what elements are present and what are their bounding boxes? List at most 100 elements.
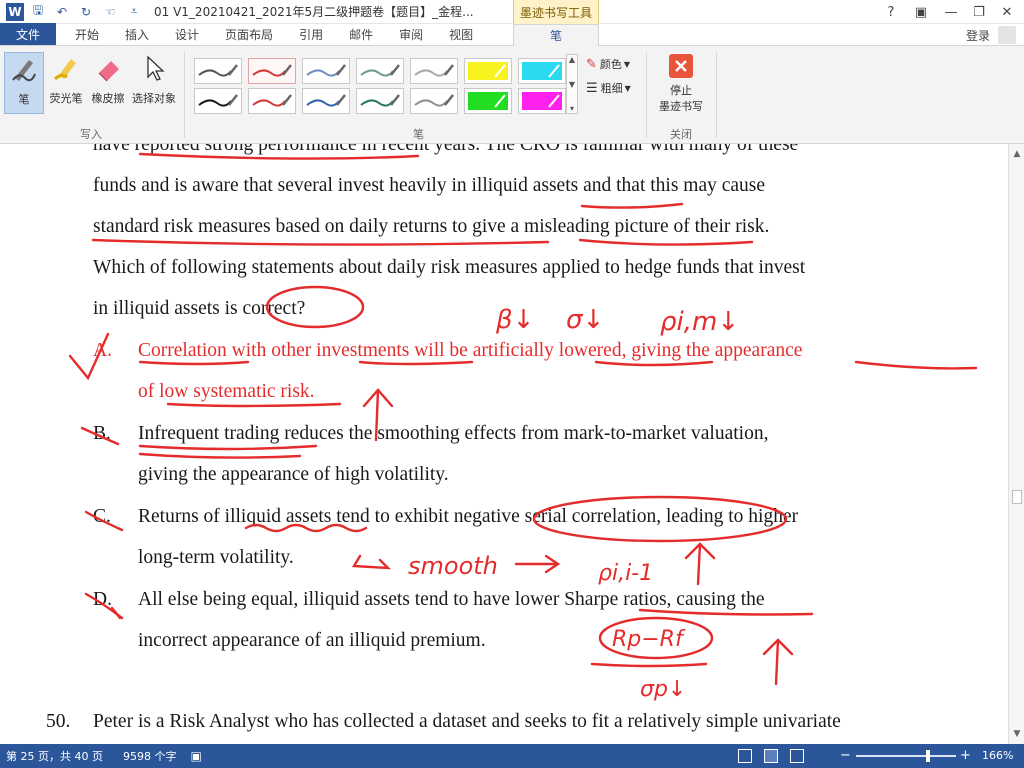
option-d-letter: D. xyxy=(93,589,112,610)
avatar[interactable] xyxy=(998,26,1016,44)
pen-swatch[interactable] xyxy=(194,88,242,114)
tab-home[interactable]: 开始 xyxy=(62,23,112,45)
pen-swatch[interactable] xyxy=(248,58,296,84)
pen-swatch[interactable] xyxy=(248,88,296,114)
window-title: 01 V1_20210421_2021年5月二级押题卷【题目】_金程... xyxy=(154,5,474,19)
pen-swatch[interactable] xyxy=(518,88,566,114)
pen-tool-button[interactable]: 笔 xyxy=(4,52,44,114)
ribbon: 笔 荧光笔 橡皮擦 选择对象 写入 ▲ ▼ ▾ ✎ 颜色 ▼ ☰ 粗细 ▼ 笔 xyxy=(0,46,1024,144)
page-count[interactable]: 第 25 页，共 40 页 xyxy=(6,748,103,764)
pen-swatch[interactable] xyxy=(356,88,404,114)
tab-references[interactable]: 引用 xyxy=(286,23,336,45)
ink-text-smooth: smooth xyxy=(408,552,498,580)
pen-thickness-button[interactable]: ☰ 粗细 ▼ xyxy=(586,80,631,96)
ink-text-rho-ii: ρi,i-1 xyxy=(598,561,653,586)
document-page[interactable]: have reported strong performance in rece… xyxy=(0,144,1008,744)
pen-swatch[interactable] xyxy=(356,58,404,84)
redo-icon[interactable]: ↻ xyxy=(76,2,96,22)
pen-swatch[interactable] xyxy=(302,58,350,84)
scroll-down-icon[interactable]: ▼ xyxy=(1009,726,1024,742)
gallery-down-icon[interactable]: ▼ xyxy=(569,80,575,89)
pen-swatch[interactable] xyxy=(518,58,566,84)
group-label-pens: 笔 xyxy=(413,128,424,141)
pen-gallery-scroll[interactable]: ▲ ▼ ▾ xyxy=(566,54,578,114)
group-separator xyxy=(184,52,185,138)
touch-mode-icon[interactable]: ☜ xyxy=(100,2,120,22)
gallery-up-icon[interactable]: ▲ xyxy=(569,55,575,64)
vertical-scrollbar[interactable]: ▲ ▼ xyxy=(1008,144,1024,744)
pen-swatch[interactable] xyxy=(464,88,512,114)
chevron-down-icon: ▼ xyxy=(624,83,631,93)
group-label-close: 关闭 xyxy=(670,128,692,141)
ink-underline xyxy=(138,452,302,459)
minimize-button[interactable]: — xyxy=(938,0,964,24)
stop-inking-button[interactable]: 停止 墨迹书写 xyxy=(654,52,708,114)
scroll-thumb[interactable] xyxy=(1012,490,1022,504)
zoom-slider-track[interactable] xyxy=(856,755,956,757)
save-icon[interactable]: 🖫 xyxy=(28,2,48,22)
ink-text-rho-im: ρi,m↓ xyxy=(660,307,739,337)
tab-view[interactable]: 视图 xyxy=(436,23,486,45)
close-button[interactable]: ✕ xyxy=(994,0,1020,24)
eraser-tool-button[interactable]: 橡皮擦 xyxy=(88,52,128,114)
pen-swatch[interactable] xyxy=(410,88,458,114)
pen-swatch[interactable] xyxy=(194,58,242,84)
select-cursor-icon xyxy=(138,52,170,84)
word-logo-icon: W xyxy=(6,2,24,21)
ink-check-small xyxy=(110,606,122,620)
pen-swatch[interactable] xyxy=(302,88,350,114)
login-link[interactable]: 登录 xyxy=(966,27,990,44)
ink-arrow xyxy=(514,554,561,574)
pen-color-button[interactable]: ✎ 颜色 ▼ xyxy=(586,56,630,72)
tab-insert[interactable]: 插入 xyxy=(112,23,162,45)
stop-inking-icon xyxy=(665,52,697,80)
web-layout-icon[interactable] xyxy=(790,749,804,763)
ribbon-tabs: 文件 开始 插入 设计 页面布局 引用 邮件 审阅 视图 笔 登录 xyxy=(0,23,1024,46)
ink-text-beta: β↓ xyxy=(495,305,534,335)
select-objects-button[interactable]: 选择对象 xyxy=(132,52,176,114)
read-mode-icon[interactable] xyxy=(738,749,752,763)
help-icon[interactable]: ? xyxy=(878,0,904,24)
zoom-in-button[interactable]: + xyxy=(960,748,971,763)
tab-design[interactable]: 设计 xyxy=(162,23,212,45)
chevron-down-icon: ▼ xyxy=(623,59,631,69)
group-label-write: 写入 xyxy=(80,128,102,141)
thickness-icon: ☰ xyxy=(586,80,598,96)
scroll-up-icon[interactable]: ▲ xyxy=(1009,146,1024,162)
pen-swatch[interactable] xyxy=(464,58,512,84)
undo-icon[interactable]: ↶ xyxy=(52,2,72,22)
option-d-text: All else being equal, illiquid assets te… xyxy=(138,589,765,610)
option-b-letter: B. xyxy=(93,423,111,444)
zoom-slider-knob[interactable] xyxy=(926,750,930,762)
pen-swatch[interactable] xyxy=(410,58,458,84)
restore-button[interactable]: ❐ xyxy=(966,0,992,24)
ink-underline xyxy=(166,402,342,408)
print-layout-icon[interactable] xyxy=(764,749,778,763)
zoom-level[interactable]: 166% xyxy=(982,749,1013,762)
ink-underline xyxy=(91,238,550,246)
highlighter-icon xyxy=(50,52,82,84)
question-line: standard risk measures based on daily re… xyxy=(93,216,770,237)
status-bar: 第 25 页，共 40 页 9598 个字 ▣ − + 166% xyxy=(0,744,1024,768)
question-line: in illiquid assets is correct? xyxy=(93,298,306,319)
ribbon-display-icon[interactable]: ▣ xyxy=(908,0,934,24)
highlighter-tool-button[interactable]: 荧光笔 xyxy=(46,52,86,114)
ink-underline xyxy=(578,238,754,246)
tab-review[interactable]: 审阅 xyxy=(386,23,436,45)
proofing-icon[interactable]: ▣ xyxy=(190,749,201,763)
gallery-more-icon[interactable]: ▾ xyxy=(570,104,574,113)
tab-file[interactable]: 文件 xyxy=(0,23,56,45)
tab-pens[interactable]: 笔 xyxy=(513,24,599,46)
ink-underline xyxy=(590,662,708,668)
tab-mailings[interactable]: 邮件 xyxy=(336,23,386,45)
option-c-text: Returns of illiquid assets tend to exhib… xyxy=(138,506,799,527)
group-separator xyxy=(716,52,717,138)
word-count[interactable]: 9598 个字 xyxy=(123,748,177,764)
tab-layout[interactable]: 页面布局 xyxy=(212,23,286,45)
ink-underline xyxy=(138,444,318,451)
option-a-text: of low systematic risk. xyxy=(138,381,315,402)
customize-qat-icon[interactable]: ⩡ xyxy=(124,2,144,22)
ink-underline xyxy=(594,360,714,367)
zoom-out-button[interactable]: − xyxy=(840,748,851,763)
title-bar: W 🖫 ↶ ↻ ☜ ⩡ 01 V1_20210421_2021年5月二级押题卷【… xyxy=(0,0,1024,24)
